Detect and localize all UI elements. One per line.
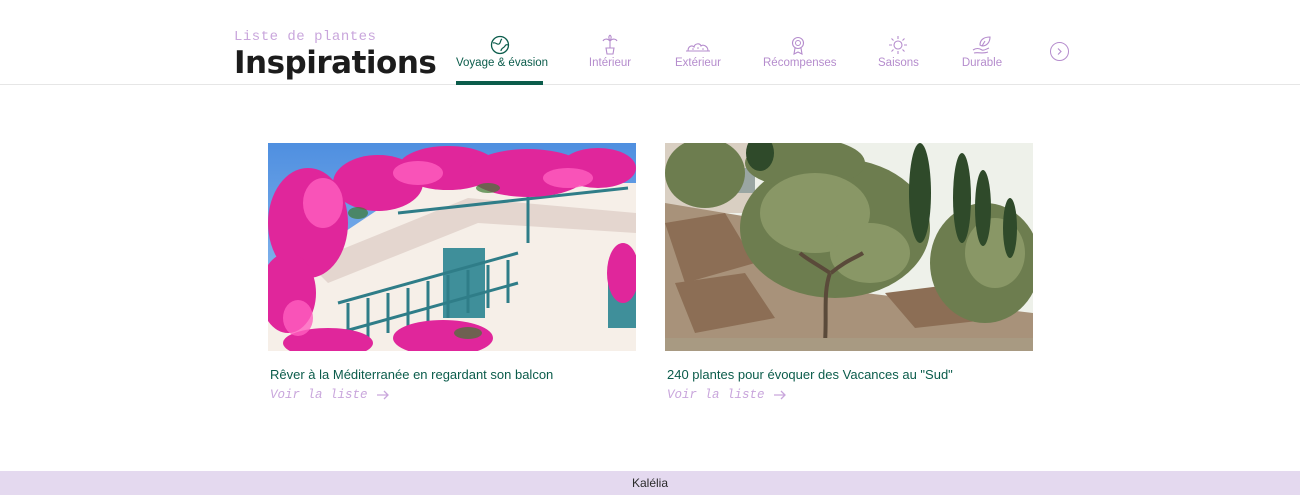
view-list-link[interactable]: Voir la liste bbox=[665, 388, 1033, 402]
footer-bar: Kalélia bbox=[0, 471, 1300, 495]
page-subtitle: Liste de plantes bbox=[234, 29, 377, 45]
arrow-right-icon bbox=[376, 390, 389, 400]
card-title[interactable]: Rêver à la Méditerranée en regardant son… bbox=[268, 367, 636, 382]
tab-label: Récompenses bbox=[763, 57, 837, 69]
card-title[interactable]: 240 plantes pour évoquer des Vacances au… bbox=[665, 367, 1033, 382]
tab-label: Intérieur bbox=[588, 57, 632, 69]
tab-label: Extérieur bbox=[674, 57, 722, 69]
view-list-label: Voir la liste bbox=[667, 388, 765, 402]
olive-tree-garden-photo[interactable] bbox=[665, 143, 1033, 351]
tab-durable[interactable]: Durable bbox=[961, 30, 1003, 85]
garden-icon bbox=[686, 43, 710, 52]
potted-palm-icon bbox=[602, 34, 618, 55]
tabs-next-button[interactable] bbox=[1050, 42, 1069, 61]
title-block: Liste de plantes Inspirations bbox=[234, 28, 437, 81]
sun-leaf-icon bbox=[889, 36, 907, 54]
view-list-label: Voir la liste bbox=[270, 388, 368, 402]
tab-exterieur[interactable]: Extérieur bbox=[674, 30, 722, 85]
tab-label: Voyage & évasion bbox=[456, 57, 549, 69]
view-list-link[interactable]: Voir la liste bbox=[268, 388, 636, 402]
tab-label: Saisons bbox=[878, 57, 919, 69]
chevron-right-icon bbox=[1057, 48, 1062, 55]
page-title: Inspirations bbox=[234, 45, 437, 81]
tab-recompenses[interactable]: Récompenses bbox=[763, 30, 837, 85]
tab-label: Durable bbox=[961, 57, 1003, 69]
footer-brand[interactable]: Kalélia bbox=[632, 476, 668, 490]
globe-icon bbox=[490, 35, 509, 55]
inspiration-card[interactable]: Rêver à la Méditerranée en regardant son… bbox=[268, 143, 636, 402]
balcony-bougainvillea-photo[interactable] bbox=[268, 143, 636, 351]
tab-interieur[interactable]: Intérieur bbox=[586, 30, 634, 85]
award-medal-icon bbox=[791, 36, 805, 55]
hand-leaf-icon bbox=[972, 36, 991, 54]
top-header: Liste de plantes Inspirations Voyage & é… bbox=[0, 0, 1300, 85]
tab-voyage-evasion[interactable]: Voyage & évasion bbox=[456, 30, 549, 85]
arrow-right-icon bbox=[773, 390, 786, 400]
tab-saisons[interactable]: Saisons bbox=[878, 30, 919, 85]
active-tab-indicator bbox=[456, 81, 543, 85]
inspiration-card[interactable]: 240 plantes pour évoquer des Vacances au… bbox=[665, 143, 1033, 402]
